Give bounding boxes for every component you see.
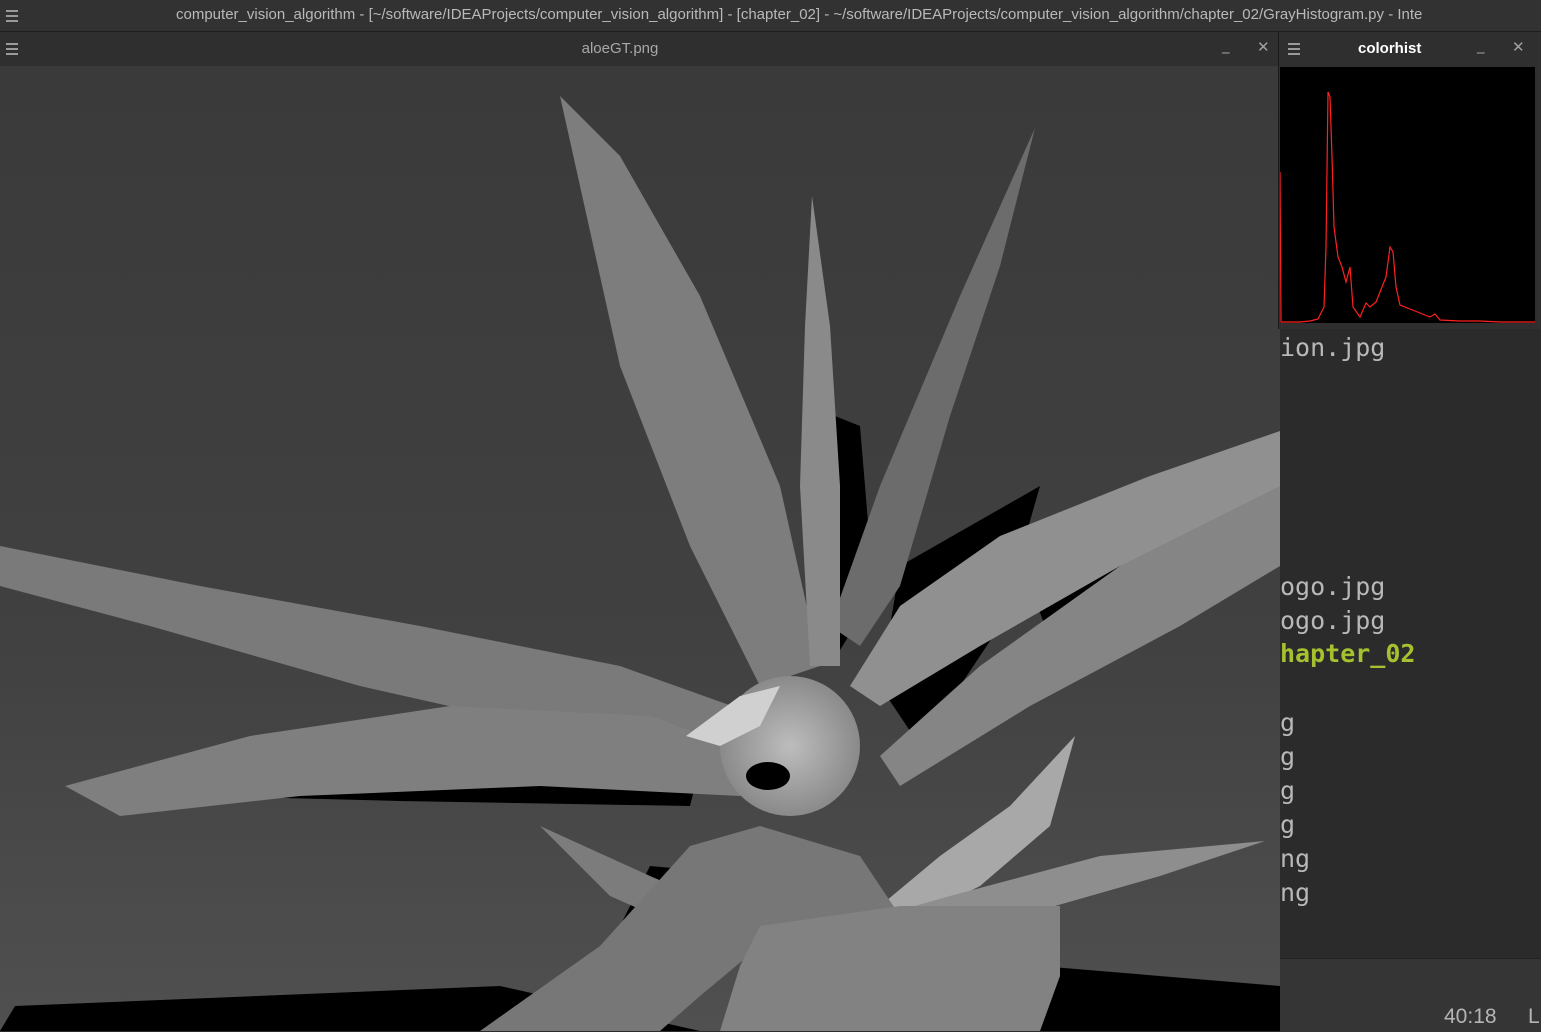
image-window-title: aloeGT.png: [581, 40, 659, 57]
status-bar: 40:18 L: [1280, 958, 1541, 1032]
ide-title-bar: computer_vision_algorithm - [~/software/…: [0, 0, 1541, 32]
editor-line: ogo.jpg: [1280, 572, 1386, 601]
close-icon[interactable]: ✕: [1512, 38, 1525, 56]
histogram-plot: [1279, 67, 1535, 323]
depth-image-canvas: [0, 66, 1280, 1031]
histogram-window-title: colorhist: [1358, 40, 1422, 57]
editor-line: g: [1280, 776, 1296, 805]
editor-line-highlighted: hapter_02: [1280, 639, 1416, 668]
code-editor[interactable]: ion.jpg ogo.jpg ogo.jpg hapter_02 g g g …: [1280, 330, 1541, 1031]
close-icon[interactable]: ✕: [1257, 38, 1270, 56]
editor-line: ng: [1280, 844, 1311, 873]
aloe-depth-image: [0, 66, 1280, 1031]
minimize-icon[interactable]: _: [1477, 36, 1485, 54]
image-window-title-bar[interactable]: aloeGT.png _ ✕: [0, 32, 1280, 66]
minimize-icon[interactable]: _: [1222, 36, 1230, 54]
line-separator-indicator[interactable]: L: [1528, 1005, 1540, 1029]
editor-line: g: [1280, 810, 1296, 839]
image-viewer-window: aloeGT.png _ ✕: [0, 32, 1280, 1031]
histogram-window: colorhist _ ✕: [1278, 32, 1541, 329]
editor-line: ng: [1280, 878, 1311, 907]
histogram-window-title-bar[interactable]: colorhist _ ✕: [1279, 32, 1541, 66]
histogram-svg: [1279, 91, 1535, 323]
editor-line: ion.jpg: [1280, 333, 1386, 362]
hamburger-menu-icon[interactable]: [1288, 40, 1300, 58]
editor-line: ogo.jpg: [1280, 606, 1386, 635]
editor-line: g: [1280, 708, 1296, 737]
histogram-line: [1279, 91, 1535, 323]
ide-window-title: computer_vision_algorithm - [~/software/…: [176, 6, 1423, 23]
hamburger-menu-icon[interactable]: [6, 7, 18, 23]
editor-line: g: [1280, 742, 1296, 771]
caret-position[interactable]: 40:18: [1444, 1005, 1497, 1029]
